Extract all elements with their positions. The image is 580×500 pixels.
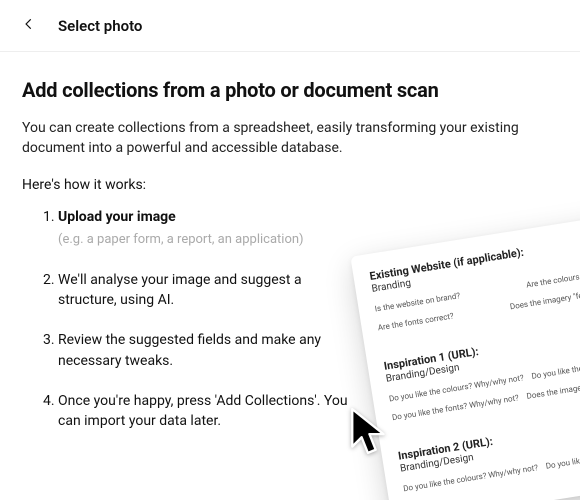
steps-list: Upload your image (e.g. a paper form, a … [22,207,362,432]
step-1: Upload your image (e.g. a paper form, a … [58,207,362,250]
step-2: We'll analyse your image and suggest a s… [58,270,362,311]
header-title: Select photo [58,17,142,35]
doc-sub-1: Branding [371,247,580,295]
chevron-left-icon [22,17,36,34]
doc-q: Do you like the layout? Why/why not? [531,351,580,380]
doc-q: Do you like the colours? Why/why not? [388,373,524,403]
doc-section-1: Existing Website (if applicable): Brandi… [369,233,580,332]
doc-heading-1: Existing Website (if applicable): [369,233,580,283]
doc-q: Are the colours correct? [526,267,580,289]
doc-sub-2: Branding/Design [385,337,580,385]
step-4: Once you're happy, press 'Add Collection… [58,391,362,432]
doc-heading-3: Inspiration 2 (URL): [397,413,580,463]
page-title: Add collections from a photo or document… [22,78,558,102]
intro-text: You can create collections from a spread… [22,118,542,159]
back-button[interactable] [18,15,40,37]
doc-q: Is the website on brand? [374,291,461,313]
doc-q: Do you like the fonts? Why/why not? [391,393,519,422]
doc-q: Do you like the layout? Why/why not? [545,441,580,470]
doc-section-2: Inspiration 1 (URL): Branding/Design Do … [383,323,580,422]
step-3-title: Review the suggested fields and make any… [58,332,321,368]
step-2-title: We'll analyse your image and suggest a s… [58,272,302,308]
header: Select photo [0,0,580,52]
doc-sub-3: Branding/Design [399,426,580,474]
step-4-title: Once you're happy, press 'Add Collection… [58,393,348,429]
doc-heading-2: Inspiration 1 (URL): [383,323,580,373]
doc-q: Does the imagery "feel" right? [526,376,580,401]
how-it-works-label: Here's how it works: [22,177,558,193]
doc-q: Are the fonts correct? [377,311,454,332]
document-card: Existing Website (if applicable): Brandi… [350,215,580,500]
doc-q: Does the imagery "feel" right? [509,286,580,311]
doc-q: Do you like the colours? Why/why not? [403,463,539,493]
step-3: Review the suggested fields and make any… [58,330,362,371]
step-1-title: Upload your image [58,209,176,225]
document-illustration: Existing Website (if applicable): Brandi… [350,215,580,500]
step-1-hint: (e.g. a paper form, a report, an applica… [58,231,356,250]
main-content: Add collections from a photo or document… [0,52,580,432]
doc-section-3: Inspiration 2 (URL): Branding/Design Do … [397,413,580,494]
